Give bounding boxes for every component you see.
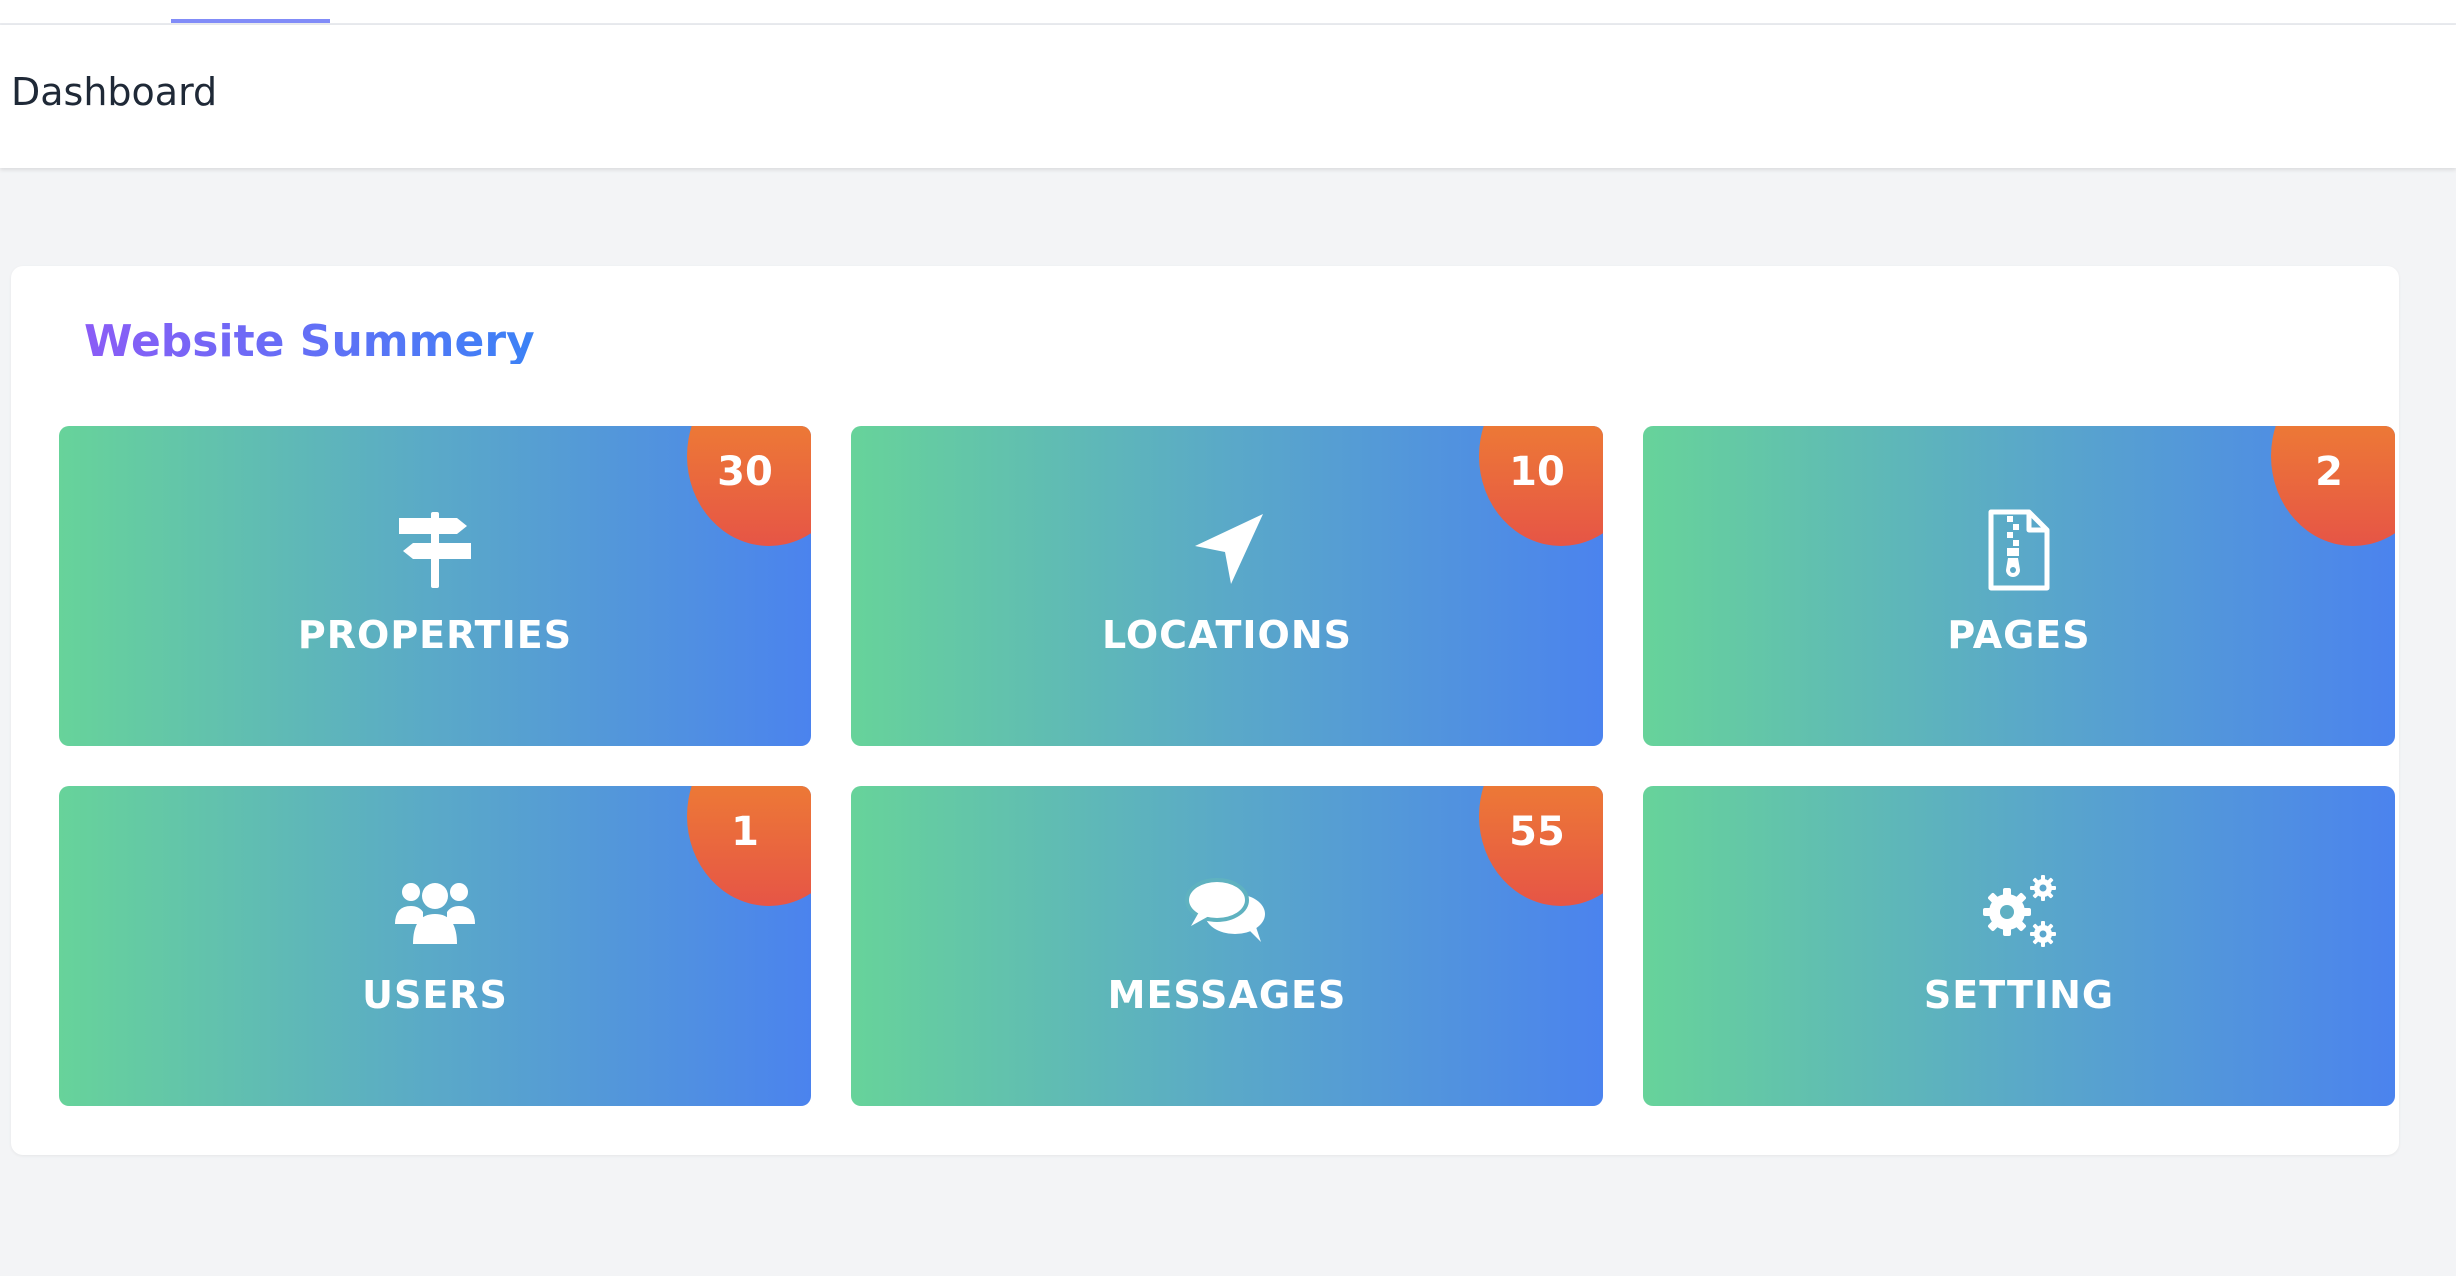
nav-active-indicator	[171, 19, 330, 23]
pages-tile[interactable]: 2 PAGES	[1643, 426, 2395, 746]
website-summary-card: Website Summery 30 PROPERTIES 10 LOCATIO…	[11, 266, 2399, 1155]
setting-label: SETTING	[1923, 973, 2115, 1017]
properties-label: PROPERTIES	[297, 613, 573, 657]
messages-label: MESSAGES	[1107, 973, 1347, 1017]
properties-count: 30	[717, 449, 773, 495]
page-header: Dashboard	[0, 25, 2456, 168]
pages-count: 2	[2315, 449, 2343, 495]
messages-count: 55	[1509, 809, 1565, 855]
users-count: 1	[731, 809, 759, 855]
file-zip-icon	[1988, 509, 2050, 591]
pages-label: PAGES	[1947, 613, 2091, 657]
page-title: Dashboard	[11, 70, 218, 114]
locations-tile[interactable]: 10 LOCATIONS	[851, 426, 1603, 746]
locations-count: 10	[1509, 449, 1565, 495]
cogs-icon	[1983, 875, 2056, 947]
setting-tile[interactable]: SETTING	[1643, 786, 2395, 1106]
properties-tile[interactable]: 30 PROPERTIES	[59, 426, 811, 746]
users-tile[interactable]: 1 USERS	[59, 786, 811, 1106]
comments-icon	[1185, 878, 1265, 942]
summary-title: Website Summery	[84, 316, 535, 367]
messages-tile[interactable]: 55 MESSAGES	[851, 786, 1603, 1106]
locations-label: LOCATIONS	[1101, 613, 1353, 657]
users-label: USERS	[362, 973, 508, 1017]
signpost-icon	[399, 512, 471, 588]
location-arrow-icon	[1195, 514, 1263, 584]
top-navigation-bar	[0, 0, 2456, 25]
users-icon	[395, 883, 475, 944]
